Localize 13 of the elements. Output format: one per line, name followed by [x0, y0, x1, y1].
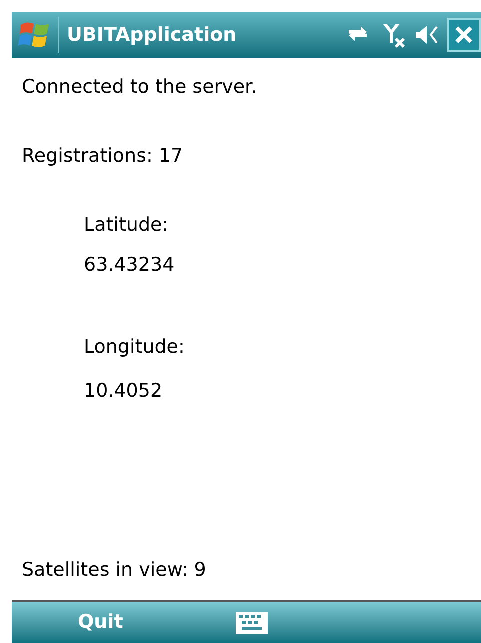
signal-off-icon[interactable]: [381, 21, 407, 49]
keyboard-icon[interactable]: [235, 610, 270, 634]
longitude-label: Longitude:: [84, 338, 186, 357]
latitude-label: Latitude:: [84, 216, 170, 235]
satellites-text: Satellites in view: 9: [22, 561, 208, 580]
latitude-value: 63.43234: [84, 256, 176, 275]
registrations-text: Registrations: 17: [22, 147, 184, 166]
close-icon: [454, 25, 474, 45]
window-title: UBITApplication: [67, 22, 237, 48]
quit-softkey[interactable]: Quit: [78, 608, 124, 637]
close-button[interactable]: [447, 18, 481, 52]
longitude-value: 10.4052: [84, 382, 164, 401]
status-text: Connected to the server.: [22, 78, 258, 97]
